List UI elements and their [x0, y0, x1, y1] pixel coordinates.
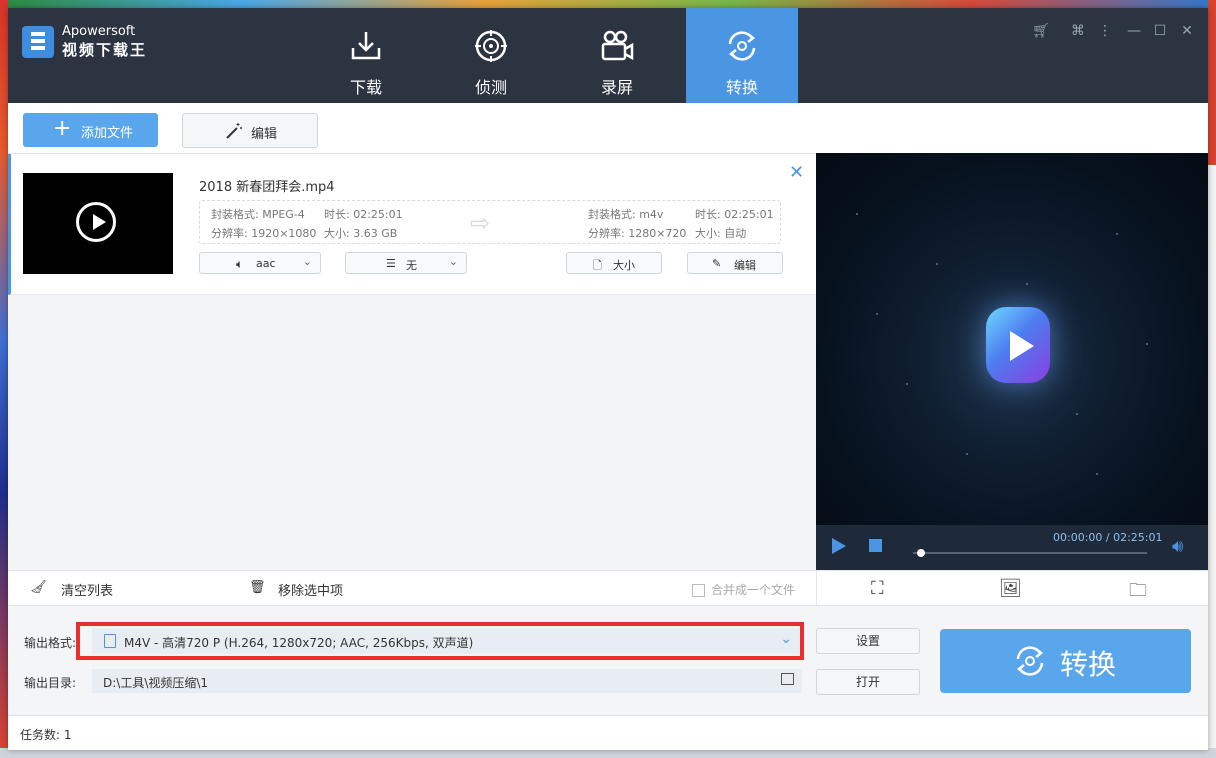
tab-detect[interactable]: 侦测: [435, 8, 547, 103]
cart-icon[interactable]: 🛒︎: [1032, 22, 1050, 40]
file-icon: 🗋︎: [593, 259, 602, 272]
edit-button[interactable]: 编辑: [182, 113, 318, 148]
file-item[interactable]: 2018 新春团拜会.mp4 ✕ 封装格式: MPEG-4 时长: 02:25:…: [8, 154, 819, 295]
desktop-background-right: [1208, 0, 1216, 758]
video-thumbnail[interactable]: [23, 173, 173, 274]
fullscreen-icon[interactable]: ⛶: [871, 578, 884, 599]
broom-icon[interactable]: 🧹︎: [30, 580, 47, 595]
clear-list-button[interactable]: 清空列表: [61, 580, 113, 599]
audio-select[interactable]: 🔈︎ aac ⌄: [199, 252, 321, 274]
convert-button[interactable]: 转换: [940, 629, 1191, 693]
download-icon: [351, 32, 381, 60]
video-preview[interactable]: [816, 153, 1208, 525]
chevron-down-icon: ⌄: [448, 255, 458, 268]
output-dir-value: D:\工具\视频压缩\1: [103, 676, 209, 690]
subtitle-select-value: 无: [406, 259, 417, 272]
open-button[interactable]: 打开: [816, 669, 920, 695]
desktop-background-left: [0, 0, 8, 758]
title-bar: Apowersoft 视频下载王 下载 侦测 录屏 转换 🛒︎ ⌘ ⋮ — ☐ …: [8, 8, 1208, 103]
plus-icon: +: [53, 116, 72, 141]
file-name: 2018 新春团拜会.mp4: [199, 180, 335, 195]
app-play-logo-icon: [986, 307, 1050, 383]
tab-record-label: 录屏: [600, 78, 633, 97]
remove-file-icon[interactable]: ✕: [789, 162, 804, 183]
app-logo-icon: [22, 26, 54, 58]
subtitle-icon: ☰: [386, 257, 396, 270]
magic-wand-icon: [226, 123, 242, 139]
convert-icon: [1016, 646, 1044, 676]
conversion-arrow-icon: ⇨: [470, 209, 491, 237]
convert-button-label: 转换: [1060, 648, 1117, 681]
command-icon[interactable]: ⌘: [1069, 22, 1087, 40]
preview-tools: ⛶ 🖼︎ 🗀︎: [816, 570, 1208, 606]
task-count: 任务数: 1: [20, 728, 72, 742]
merge-label: 合并成一个文件: [711, 583, 796, 597]
source-duration: 时长: 02:25:01: [324, 208, 403, 221]
status-bar: 任务数: 1: [8, 715, 1208, 750]
audio-select-value: aac: [256, 257, 276, 270]
brand: Apowersoft 视频下载王: [62, 24, 147, 60]
merge-checkbox[interactable]: 合并成一个文件: [692, 581, 795, 598]
maximize-icon[interactable]: ☐: [1151, 22, 1169, 40]
output-format-label: 输出格式:: [24, 636, 77, 650]
file-edit-button-label: 编辑: [734, 259, 756, 272]
file-edit-button[interactable]: ✎ 编辑: [687, 252, 783, 274]
convert-icon: [728, 31, 756, 61]
play-icon[interactable]: [832, 538, 846, 554]
app-window: Apowersoft 视频下载王 下载 侦测 录屏 转换 🛒︎ ⌘ ⋮ — ☐ …: [8, 8, 1208, 750]
output-dir-field[interactable]: D:\工具\视频压缩\1: [92, 669, 802, 693]
tab-convert-label: 转换: [725, 78, 758, 97]
add-file-button[interactable]: + 添加文件: [23, 113, 158, 147]
tab-detect-label: 侦测: [474, 78, 507, 97]
stop-icon[interactable]: [869, 539, 882, 552]
target-duration: 时长: 02:25:01: [695, 208, 774, 221]
chevron-down-icon: ⌄: [302, 255, 312, 268]
file-info-box: 封装格式: MPEG-4 时长: 02:25:01 分辨率: 1920×1080…: [199, 200, 781, 244]
size-button-label: 大小: [613, 259, 635, 272]
folder-icon[interactable]: 🗀︎: [1129, 578, 1147, 608]
playback-time: 00:00:00 / 02:25:01: [1053, 531, 1163, 544]
trash-icon[interactable]: 🗑︎: [249, 580, 266, 595]
seek-bar[interactable]: [913, 552, 1147, 554]
screenshot-icon[interactable]: 🖼︎: [999, 578, 1022, 599]
subtitle-select[interactable]: ☰ 无 ⌄: [345, 252, 467, 274]
player-controls: 00:00:00 / 02:25:01 🔊︎: [816, 525, 1208, 570]
target-size: 大小: 自动: [695, 227, 747, 240]
edit-label: 编辑: [251, 127, 278, 142]
remove-selected-button[interactable]: 移除选中项: [278, 580, 343, 599]
tab-download-label: 下载: [349, 78, 382, 97]
size-button[interactable]: 🗋︎ 大小: [566, 252, 662, 274]
file-list: 2018 新春团拜会.mp4 ✕ 封装格式: MPEG-4 时长: 02:25:…: [8, 154, 819, 570]
magic-wand-icon: ✎: [712, 257, 722, 270]
tab-convert[interactable]: 转换: [686, 8, 798, 103]
detect-icon: [475, 30, 507, 62]
minimize-icon[interactable]: —: [1125, 22, 1143, 40]
volume-icon[interactable]: 🔊︎: [1172, 536, 1183, 557]
target-format: 封装格式: m4v: [588, 208, 664, 221]
more-icon[interactable]: ⋮: [1096, 22, 1114, 40]
list-bar: 🧹︎ 清空列表 🗑︎ 移除选中项 合并成一个文件: [8, 570, 816, 606]
source-format: 封装格式: MPEG-4: [211, 208, 305, 221]
speaker-icon: 🔈︎: [236, 257, 244, 271]
target-resolution: 分辨率: 1280×720: [588, 227, 687, 240]
video-camera-icon: [601, 30, 634, 61]
tab-download[interactable]: 下载: [310, 8, 422, 103]
source-resolution: 分辨率: 1920×1080: [211, 227, 317, 240]
source-size: 大小: 3.63 GB: [324, 227, 398, 240]
product-name: 视频下载王: [62, 41, 148, 59]
add-file-label: 添加文件: [81, 126, 134, 141]
toolbar: + 添加文件 编辑: [8, 103, 1208, 154]
settings-button[interactable]: 设置: [816, 628, 920, 654]
tab-record[interactable]: 录屏: [561, 8, 673, 103]
brand-name: Apowersoft: [62, 24, 136, 39]
seek-handle[interactable]: [917, 549, 925, 557]
browse-folder-icon[interactable]: [781, 673, 794, 685]
output-dir-label: 输出目录:: [24, 676, 77, 690]
close-icon[interactable]: ✕: [1178, 22, 1196, 40]
highlight-box: [76, 622, 804, 660]
play-icon: [76, 202, 116, 242]
output-panel: 输出格式: M4V - 高清720 P (H.264, 1280x720; AA…: [8, 605, 1208, 716]
checkbox-icon: [692, 584, 705, 597]
